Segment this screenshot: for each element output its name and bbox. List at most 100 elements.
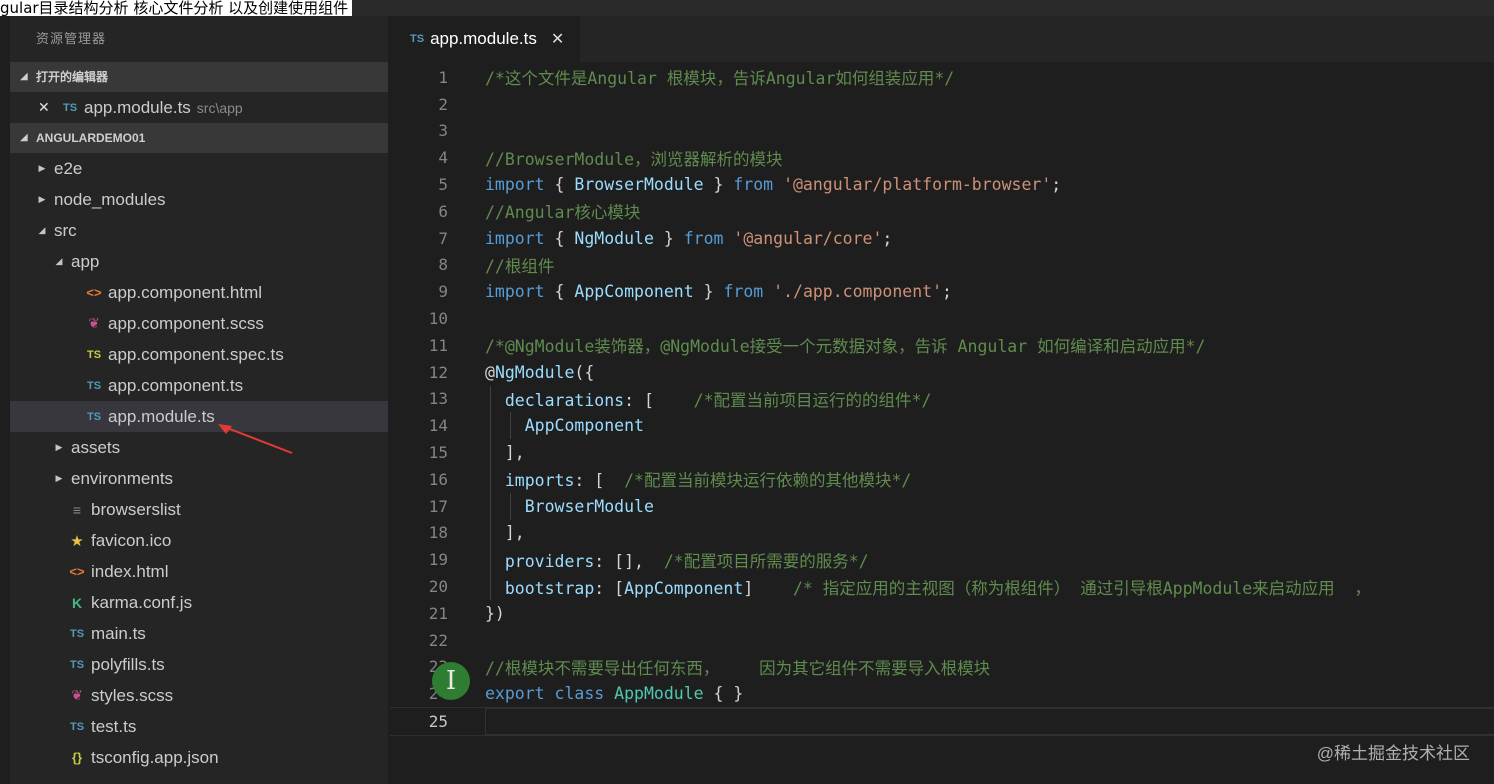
typescript-file-icon: TS [69, 720, 85, 733]
tree-item-app-component-scss[interactable]: ❦ app.component.scss [10, 308, 388, 339]
tree-item-label: main.ts [91, 623, 146, 643]
code-line[interactable]: 13 declarations: [ /*配置当前项目运行的的组件*/ [390, 386, 1494, 413]
code-line[interactable]: 6 //Angular核心模块 [390, 198, 1494, 225]
tree-item-e2e[interactable]: ▶ e2e [10, 153, 388, 184]
code-token: //BrowserModule，浏览器解析的模块 [485, 149, 783, 169]
project-header[interactable]: ◢ ANGULARDEMO01 [10, 123, 388, 153]
tree-item-main-ts[interactable]: TS main.ts [10, 618, 388, 649]
code-text: import { BrowserModule } from '@angular/… [485, 175, 1061, 194]
line-number: 20 [428, 577, 448, 597]
tree-item-label: favicon.ico [91, 530, 172, 550]
code-line[interactable]: 17 BrowserModule [390, 493, 1494, 520]
tab-label: app.module.ts [430, 29, 537, 48]
code-text: /*这个文件是Angular 根模块，告诉Angular如何组装应用*/ [485, 65, 954, 89]
code-line[interactable]: 23//根模块不需要导出任何东西， 因为其它组件不需要导入根模块 [390, 654, 1494, 681]
code-text: }) [485, 604, 505, 623]
code-line[interactable]: 20 bootstrap: [AppComponent] /* 指定应用的主视图… [390, 573, 1494, 600]
line-number: 5 [438, 175, 448, 195]
line-number: 13 [428, 389, 448, 409]
code-line[interactable]: 3 [390, 118, 1494, 145]
json-file-icon: {} [71, 750, 83, 765]
close-icon[interactable]: ✕ [38, 99, 60, 116]
typescript-file-icon: TS [86, 379, 102, 392]
tree-item-assets[interactable]: ▶ assets [10, 432, 388, 463]
code-text: import { NgModule } from '@angular/core'… [485, 229, 892, 248]
tree-item-src[interactable]: ◢ src [10, 215, 388, 246]
tree-item-label: polyfills.ts [91, 654, 165, 674]
code-line[interactable]: 21}) [390, 600, 1494, 627]
code-token: AppComponent [524, 416, 644, 436]
code-line[interactable]: 22 [390, 627, 1494, 654]
tree-item-environments[interactable]: ▶ environments [10, 463, 388, 494]
code-line[interactable]: 15 ], [390, 439, 1494, 466]
code-line[interactable]: 4 //BrowserModule，浏览器解析的模块 [390, 144, 1494, 171]
code-line[interactable]: 9 import { AppComponent } from './app.com… [390, 278, 1494, 305]
code-token: bootstrap [504, 578, 595, 598]
line-number: 7 [438, 228, 448, 248]
editor-area: TS app.module.ts ✕ 1 /*这个文件是Angular 根模块，告… [390, 16, 1494, 784]
open-editors-header[interactable]: ◢ 打开的编辑器 [10, 62, 388, 92]
tree-item-app-component-ts[interactable]: TS app.component.ts [10, 370, 388, 401]
code-line[interactable]: 1 /*这个文件是Angular 根模块，告诉Angular如何组装应用*/ [390, 64, 1494, 91]
tree-item-label: karma.conf.js [91, 592, 193, 612]
tree-item-tsconfig-app-json[interactable]: {} tsconfig.app.json [10, 742, 388, 773]
open-editor-item[interactable]: ✕ TS app.module.ts src\app [10, 92, 388, 123]
line-number: 14 [428, 416, 448, 436]
tree-item-app-module-ts[interactable]: TS app.module.ts [10, 401, 388, 432]
code-token: : [ [574, 471, 625, 491]
code-line[interactable]: 18 ], [390, 520, 1494, 547]
code-token: : [ [594, 578, 625, 598]
line-number: 11 [428, 335, 448, 355]
tree-item-browserslist[interactable]: ≡ browserslist [10, 494, 388, 525]
code-token: }) [485, 603, 505, 623]
code-token: /*配置当前项目运行的的组件*/ [693, 390, 932, 410]
tree-item-app-component-spec-ts[interactable]: TS app.component.spec.ts [10, 339, 388, 370]
open-editors-label: 打开的编辑器 [36, 70, 109, 84]
code-line[interactable]: 7 import { NgModule } from '@angular/core… [390, 225, 1494, 252]
tree-item-label: app.module.ts [108, 406, 215, 426]
code-line[interactable]: 2 [390, 91, 1494, 118]
chevron-down-icon: ◢ [55, 256, 63, 266]
code-editor[interactable]: 1 /*这个文件是Angular 根模块，告诉Angular如何组装应用*/ 2 3 4… [390, 64, 1494, 736]
code-line[interactable]: 25 [390, 707, 1494, 736]
tree-item-label: app.component.html [108, 282, 263, 302]
code-line[interactable]: 19 providers: [], /*配置项目所需要的服务*/ [390, 546, 1494, 573]
code-line[interactable]: 14 AppComponent [390, 412, 1494, 439]
code-line[interactable]: 24export class AppModule { } [390, 680, 1494, 707]
tree-item-label: environments [71, 468, 174, 488]
typescript-spec-file-icon: TS [86, 348, 102, 361]
chevron-down-icon: ◢ [38, 225, 46, 235]
code-token: AppComponent [574, 282, 694, 302]
code-token: './app.component' [773, 282, 943, 302]
tab-app-module[interactable]: TS app.module.ts ✕ [390, 16, 580, 62]
code-token: NgModule [494, 362, 575, 382]
tree-item-index-html[interactable]: <> index.html [10, 556, 388, 587]
code-line[interactable]: 12 @NgModule({ [390, 359, 1494, 386]
close-icon[interactable]: ✕ [551, 29, 564, 49]
code-line[interactable]: 8 //根组件 [390, 252, 1494, 279]
code-token: from [683, 228, 724, 248]
tree-item-label: node_modules [54, 189, 166, 209]
tree-item-app-component-html[interactable]: <> app.component.html [10, 277, 388, 308]
code-token: : [ [624, 390, 694, 410]
tree-item-app[interactable]: ◢ app [10, 246, 388, 277]
tree-item-karma-conf-js[interactable]: Kkarma.conf.js [10, 587, 388, 618]
code-line[interactable]: 5 import { BrowserModule } from '@angular… [390, 171, 1494, 198]
code-text: //根模块不需要导出任何东西， 因为其它组件不需要导入根模块 [485, 655, 990, 679]
code-line[interactable]: 11 /*@NgModule装饰器，@NgModule接受一个元数据对象，告诉 A… [390, 332, 1494, 359]
code-line[interactable]: 16 imports: [ /*配置当前模块运行依赖的其他模块*/ [390, 466, 1494, 493]
line-number: 4 [438, 148, 448, 168]
tree-item-node-modules[interactable]: ▶ node_modules [10, 184, 388, 215]
chevron-right-icon: ▶ [55, 473, 63, 483]
line-number: 16 [428, 469, 448, 489]
tree-item-label: app [71, 251, 100, 271]
line-number: 1 [438, 67, 448, 87]
tree-item-test-ts[interactable]: TS test.ts [10, 711, 388, 742]
tree-item-styles-scss[interactable]: ❦ styles.scss [10, 680, 388, 711]
tree-item-polyfills-ts[interactable]: TS polyfills.ts [10, 649, 388, 680]
line-number: 25 [428, 712, 448, 732]
code-line[interactable]: 10 [390, 305, 1494, 332]
tree-item-favicon-ico[interactable]: ★ favicon.ico [10, 525, 388, 556]
